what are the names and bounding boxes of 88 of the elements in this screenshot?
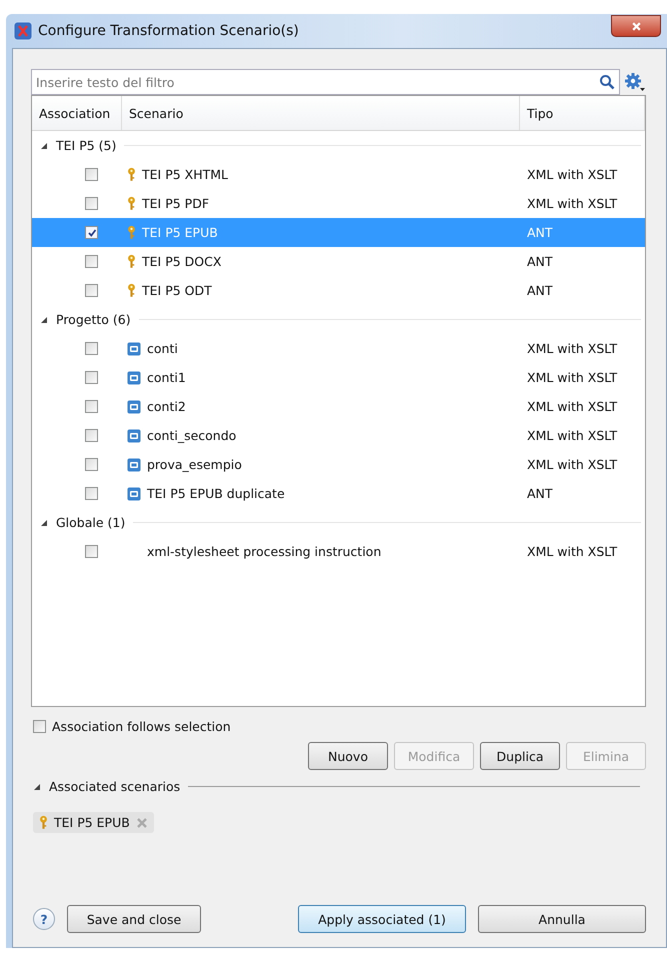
scenario-row[interactable]: xml-stylesheet processing instruction XML with XSLT (32, 537, 645, 566)
follow-selection-label[interactable]: Association follows selection (52, 719, 231, 734)
scenario-row[interactable]: TEI P5 DOCX ANT (32, 247, 645, 276)
scenario-row[interactable]: TEI P5 EPUB duplicate ANT (32, 479, 645, 508)
scenario-type: XML with XSLT (527, 457, 618, 472)
scenario-type: ANT (527, 254, 553, 269)
expand-triangle-icon[interactable] (40, 518, 48, 526)
scenario-icon (127, 458, 141, 472)
scenario-icon (127, 428, 141, 442)
filter-field[interactable]: Inserire testo del filtro (31, 69, 620, 95)
checkbox[interactable] (85, 400, 98, 413)
help-button[interactable]: ? (33, 908, 55, 930)
scenario-row[interactable]: TEI P5 PDF XML with XSLT (32, 189, 645, 218)
scenario-name: prova_esempio (147, 457, 242, 472)
scenario-row[interactable]: conti_secondo XML with XSLT (32, 421, 645, 450)
scenario-type: ANT (527, 283, 553, 298)
checkbox[interactable] (85, 487, 98, 500)
scenario-row[interactable]: conti XML with XSLT (32, 334, 645, 363)
scenario-type: XML with XSLT (527, 196, 618, 211)
scenario-name: TEI P5 EPUB duplicate (147, 486, 285, 501)
dialog-button[interactable]: Annulla (478, 905, 646, 933)
key-icon (127, 196, 136, 211)
scenario-name: TEI P5 PDF (142, 196, 210, 211)
key-icon (39, 815, 48, 830)
remove-icon[interactable] (136, 816, 148, 828)
scenario-icon (127, 370, 141, 384)
scenario-row[interactable]: conti2 XML with XSLT (32, 392, 645, 421)
column-header[interactable]: Tipo (520, 96, 645, 130)
chip-label: TEI P5 EPUB (54, 815, 130, 830)
checkbox[interactable] (85, 226, 98, 239)
checkbox[interactable] (85, 458, 98, 471)
scenario-name: TEI P5 ODT (142, 283, 212, 298)
window-title: Configure Transformation Scenario(s) (38, 23, 300, 39)
scenario-name: conti (147, 341, 178, 356)
group-label[interactable]: TEI P5 (5) (56, 138, 116, 153)
scenario-name: conti_secondo (147, 428, 236, 443)
expand-triangle-icon[interactable] (33, 782, 41, 790)
scenario-icon (127, 342, 141, 356)
scenario-row[interactable]: prova_esempio XML with XSLT (32, 450, 645, 479)
scenario-name: conti2 (147, 399, 186, 414)
search-icon (599, 74, 615, 90)
group-label[interactable]: Globale (1) (56, 515, 126, 530)
scenario-row[interactable]: TEI P5 XHTML XML with XSLT (32, 160, 645, 189)
scenario-type: XML with XSLT (527, 544, 618, 559)
checkbox[interactable] (85, 545, 98, 558)
scenario-row[interactable]: conti1 XML with XSLT (32, 363, 645, 392)
scenario-type: ANT (527, 225, 553, 240)
scenario-icon (127, 486, 141, 500)
column-header[interactable]: Scenario (122, 96, 520, 130)
key-icon (127, 254, 136, 269)
scenario-type: XML with XSLT (527, 341, 618, 356)
close-button[interactable] (611, 15, 661, 37)
dialog-button[interactable]: Save and close (67, 905, 201, 933)
follow-selection-checkbox[interactable] (33, 720, 46, 733)
section-title: Associated scenarios (49, 779, 180, 794)
checkbox[interactable] (85, 197, 98, 210)
expand-triangle-icon[interactable] (40, 142, 48, 150)
scenario-icon (127, 400, 141, 414)
scenario-type: XML with XSLT (527, 428, 618, 443)
scenario-name: TEI P5 EPUB (142, 225, 218, 240)
scenario-row[interactable]: TEI P5 ODT ANT (32, 276, 645, 305)
scenario-type: XML with XSLT (527, 399, 618, 414)
scenario-chip[interactable]: TEI P5 EPUB (33, 812, 154, 833)
scenario-type: XML with XSLT (527, 167, 618, 182)
checkbox[interactable] (85, 284, 98, 297)
close-icon (630, 20, 642, 32)
settings-icon[interactable] (624, 72, 646, 92)
action-button[interactable]: Nuovo (308, 742, 388, 770)
app-icon (14, 22, 32, 40)
checkbox[interactable] (85, 168, 98, 181)
checkbox[interactable] (85, 255, 98, 268)
checkbox[interactable] (85, 429, 98, 442)
column-header[interactable]: Association (32, 96, 122, 130)
scenario-name: TEI P5 XHTML (142, 167, 228, 182)
scenario-name: TEI P5 DOCX (142, 254, 222, 269)
scenario-name: conti1 (147, 370, 186, 385)
key-icon (127, 225, 136, 240)
dialog-button[interactable]: Apply associated (1) (298, 905, 466, 933)
checkbox[interactable] (85, 371, 98, 384)
action-button[interactable]: Duplica (480, 742, 560, 770)
key-icon (127, 283, 136, 298)
checkbox[interactable] (85, 342, 98, 355)
scenario-name: xml-stylesheet processing instruction (147, 544, 382, 559)
scenario-type: ANT (527, 486, 553, 501)
group-label[interactable]: Progetto (6) (56, 312, 131, 327)
scenario-type: XML with XSLT (527, 370, 618, 385)
expand-triangle-icon[interactable] (40, 316, 48, 324)
key-icon (127, 167, 136, 182)
